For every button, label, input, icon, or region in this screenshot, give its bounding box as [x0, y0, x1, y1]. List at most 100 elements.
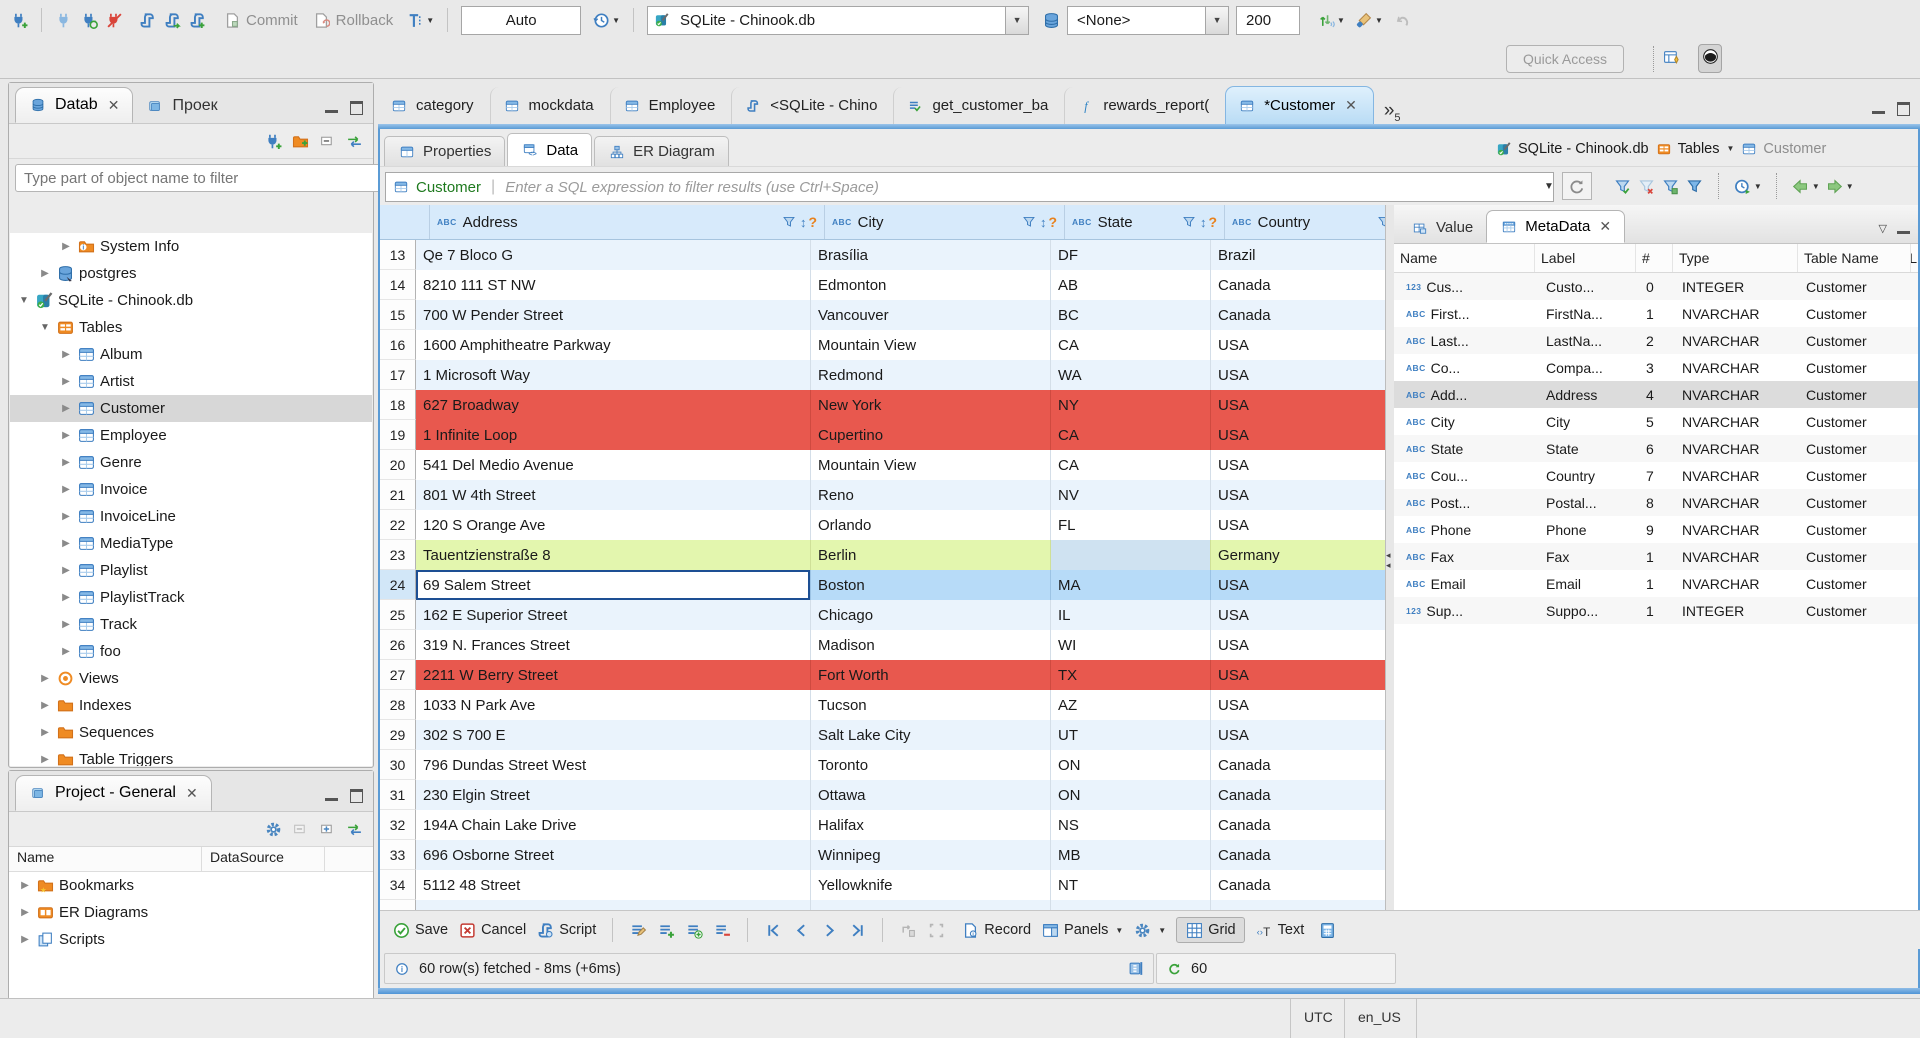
grid-cell[interactable]: Canada: [1211, 300, 1385, 330]
grid-cell[interactable]: CA: [1051, 450, 1211, 480]
edit-row-icon[interactable]: [629, 921, 647, 939]
tab-database-navigator[interactable]: Datab ✕: [15, 87, 134, 123]
grid-cell[interactable]: ON: [1051, 780, 1211, 810]
filter-funnel-icon[interactable]: [1020, 213, 1038, 231]
tab-overflow-button[interactable]: »5: [1384, 100, 1401, 124]
meta-row[interactable]: ABC City City 5 NVARCHAR Customer 2,147,483: [1394, 408, 1918, 435]
filter-funnel-icon[interactable]: [1180, 213, 1198, 231]
meta-row[interactable]: 123 Sup... Suppo... 1 INTEGER Customer 2,147,4…: [1394, 597, 1918, 624]
grid-cell[interactable]: Canada: [1211, 840, 1385, 870]
chevron-right-icon[interactable]: ▶: [60, 241, 72, 252]
grid-cell[interactable]: AB: [1051, 270, 1211, 300]
minimize-icon[interactable]: [325, 798, 338, 801]
object-filter-input[interactable]: [15, 164, 381, 192]
minimize-icon[interactable]: [325, 110, 338, 113]
project-item-scripts[interactable]: ▶ Scripts: [9, 926, 373, 953]
grid-cell[interactable]: USA: [1211, 480, 1385, 510]
close-icon[interactable]: ✕: [186, 785, 198, 802]
grid-cell[interactable]: USA: [1211, 630, 1385, 660]
connection-combo[interactable]: SQLite - Chinook.db ▼: [647, 5, 1030, 35]
chevron-right-icon[interactable]: ▶: [19, 880, 31, 891]
grid-cell[interactable]: 5112 48 Street: [416, 870, 811, 900]
tree-item-genre[interactable]: ▶ Genre: [10, 449, 372, 476]
settings-button[interactable]: ▼: [1133, 921, 1166, 939]
grid-cell[interactable]: Redmond: [811, 360, 1051, 390]
grid-cell[interactable]: 541 Del Medio Avenue: [416, 450, 811, 480]
grid-cell[interactable]: USA: [1211, 660, 1385, 690]
record-button[interactable]: i Record: [961, 921, 1031, 939]
tree-item-tables[interactable]: ▼ Tables: [10, 314, 372, 341]
meta-row[interactable]: ABC Cou... Country 7 NVARCHAR Customer 2,147,4…: [1394, 462, 1918, 489]
funnel-apply-icon[interactable]: [1614, 177, 1632, 195]
row-number[interactable]: 34: [380, 870, 416, 900]
sort-icon[interactable]: ↕: [1200, 215, 1207, 230]
grid-cell[interactable]: Chicago: [811, 600, 1051, 630]
row-number[interactable]: 23: [380, 540, 416, 570]
editor-tab-get-customer-ba[interactable]: get_customer_ba: [893, 87, 1064, 124]
view-menu-icon[interactable]: ▽: [1879, 222, 1887, 235]
grid-cell[interactable]: 1033 N Park Ave: [416, 690, 811, 720]
chevron-right-icon[interactable]: ▶: [60, 484, 72, 495]
grid-cell[interactable]: 627 Broadway: [416, 390, 811, 420]
sort-icon[interactable]: ↕: [800, 215, 807, 230]
tab-value[interactable]: Value: [1398, 212, 1486, 243]
grid-cell[interactable]: USA: [1211, 510, 1385, 540]
grid-cell[interactable]: Fort Worth: [811, 660, 1051, 690]
grid-cell[interactable]: Halifax: [811, 810, 1051, 840]
format-brush-button[interactable]: ▼: [1355, 11, 1383, 29]
editor-tab-mockdata[interactable]: mockdata: [489, 87, 610, 124]
grid-cell[interactable]: Orlando: [811, 510, 1051, 540]
sql-editor-button[interactable]: [138, 11, 156, 29]
grid-cell[interactable]: New York: [811, 390, 1051, 420]
row-number[interactable]: 29: [380, 720, 416, 750]
grid-cell[interactable]: Brazil: [1211, 240, 1385, 270]
schema-combo[interactable]: <None> ▼: [1067, 5, 1230, 35]
auto-refresh-box[interactable]: 60: [1156, 953, 1396, 984]
fetch-size-input[interactable]: 200: [1236, 5, 1301, 35]
chevron-right-icon[interactable]: ▶: [60, 538, 72, 549]
meta-row[interactable]: ABC Fax Fax 1 NVARCHAR Customer 2,147,483: [1394, 543, 1918, 570]
grid-cell[interactable]: Canada: [1211, 870, 1385, 900]
grid-cell[interactable]: 69 Salem Street: [416, 570, 811, 600]
breadcrumb-item-sqlite-chinook-db[interactable]: SQLite - Chinook.db: [1495, 140, 1649, 158]
grid-cell[interactable]: 801 W 4th Street: [416, 480, 811, 510]
column-header-address[interactable]: ABC Address ↕?: [430, 205, 825, 239]
project-item-bookmarks[interactable]: ▶ ★ Bookmarks: [9, 872, 373, 899]
link-editor-button[interactable]: [345, 820, 363, 838]
grid-cell[interactable]: Berlin: [811, 540, 1051, 570]
grid-cell[interactable]: 2211 W Berry Street: [416, 660, 811, 690]
grid-cell[interactable]: USA: [1211, 570, 1385, 600]
row-number[interactable]: 16: [380, 330, 416, 360]
grid-cell[interactable]: BC: [1051, 300, 1211, 330]
fetch-previous-button[interactable]: ▼: [1792, 177, 1820, 195]
meta-column-header-name[interactable]: Name: [1394, 244, 1535, 272]
chevron-right-icon[interactable]: ▶: [39, 673, 51, 684]
chevron-right-icon[interactable]: ▶: [60, 646, 72, 657]
tree-item-customer[interactable]: ▶ Customer: [10, 395, 372, 422]
sql-filter-input[interactable]: Customer | Enter a SQL expression to fil…: [385, 172, 1554, 202]
editor-tab-customer[interactable]: *Customer ✕: [1225, 86, 1374, 124]
grid-cell[interactable]: Brasília: [811, 240, 1051, 270]
maximize-icon[interactable]: [1897, 102, 1910, 116]
editor-tab-rewards-report[interactable]: f rewards_report(: [1064, 87, 1225, 124]
grid-cell[interactable]: NY: [1051, 390, 1211, 420]
filter-funnel-icon[interactable]: [1375, 213, 1385, 231]
connection-history-button[interactable]: ▼: [592, 11, 620, 29]
script-button[interactable]: Script: [536, 921, 596, 939]
splitter-collapse-icon[interactable]: ◂ ◂: [1386, 550, 1391, 570]
meta-row[interactable]: ABC Post... Postal... 8 NVARCHAR Customer 2,14…: [1394, 489, 1918, 516]
tree-item-track[interactable]: ▶ Track: [10, 611, 372, 638]
grid-cell[interactable]: Vancouver: [811, 300, 1051, 330]
chevron-right-icon[interactable]: ▶: [39, 700, 51, 711]
chevron-right-icon[interactable]: ▶: [19, 934, 31, 945]
chevron-right-icon[interactable]: ▶: [60, 376, 72, 387]
grid-cell[interactable]: 194A Chain Lake Drive: [416, 810, 811, 840]
grid-cell[interactable]: AZ: [1051, 690, 1211, 720]
grid-cell[interactable]: [1051, 900, 1211, 910]
pin-panel-icon[interactable]: [1127, 960, 1145, 978]
add-row-icon[interactable]: [657, 921, 675, 939]
meta-row[interactable]: ABC State State 6 NVARCHAR Customer 2,147,483: [1394, 435, 1918, 462]
close-icon[interactable]: ✕: [1599, 218, 1611, 235]
tree-item-system-info[interactable]: ▶ i System Info: [10, 233, 372, 260]
chevron-right-icon[interactable]: ▶: [60, 592, 72, 603]
